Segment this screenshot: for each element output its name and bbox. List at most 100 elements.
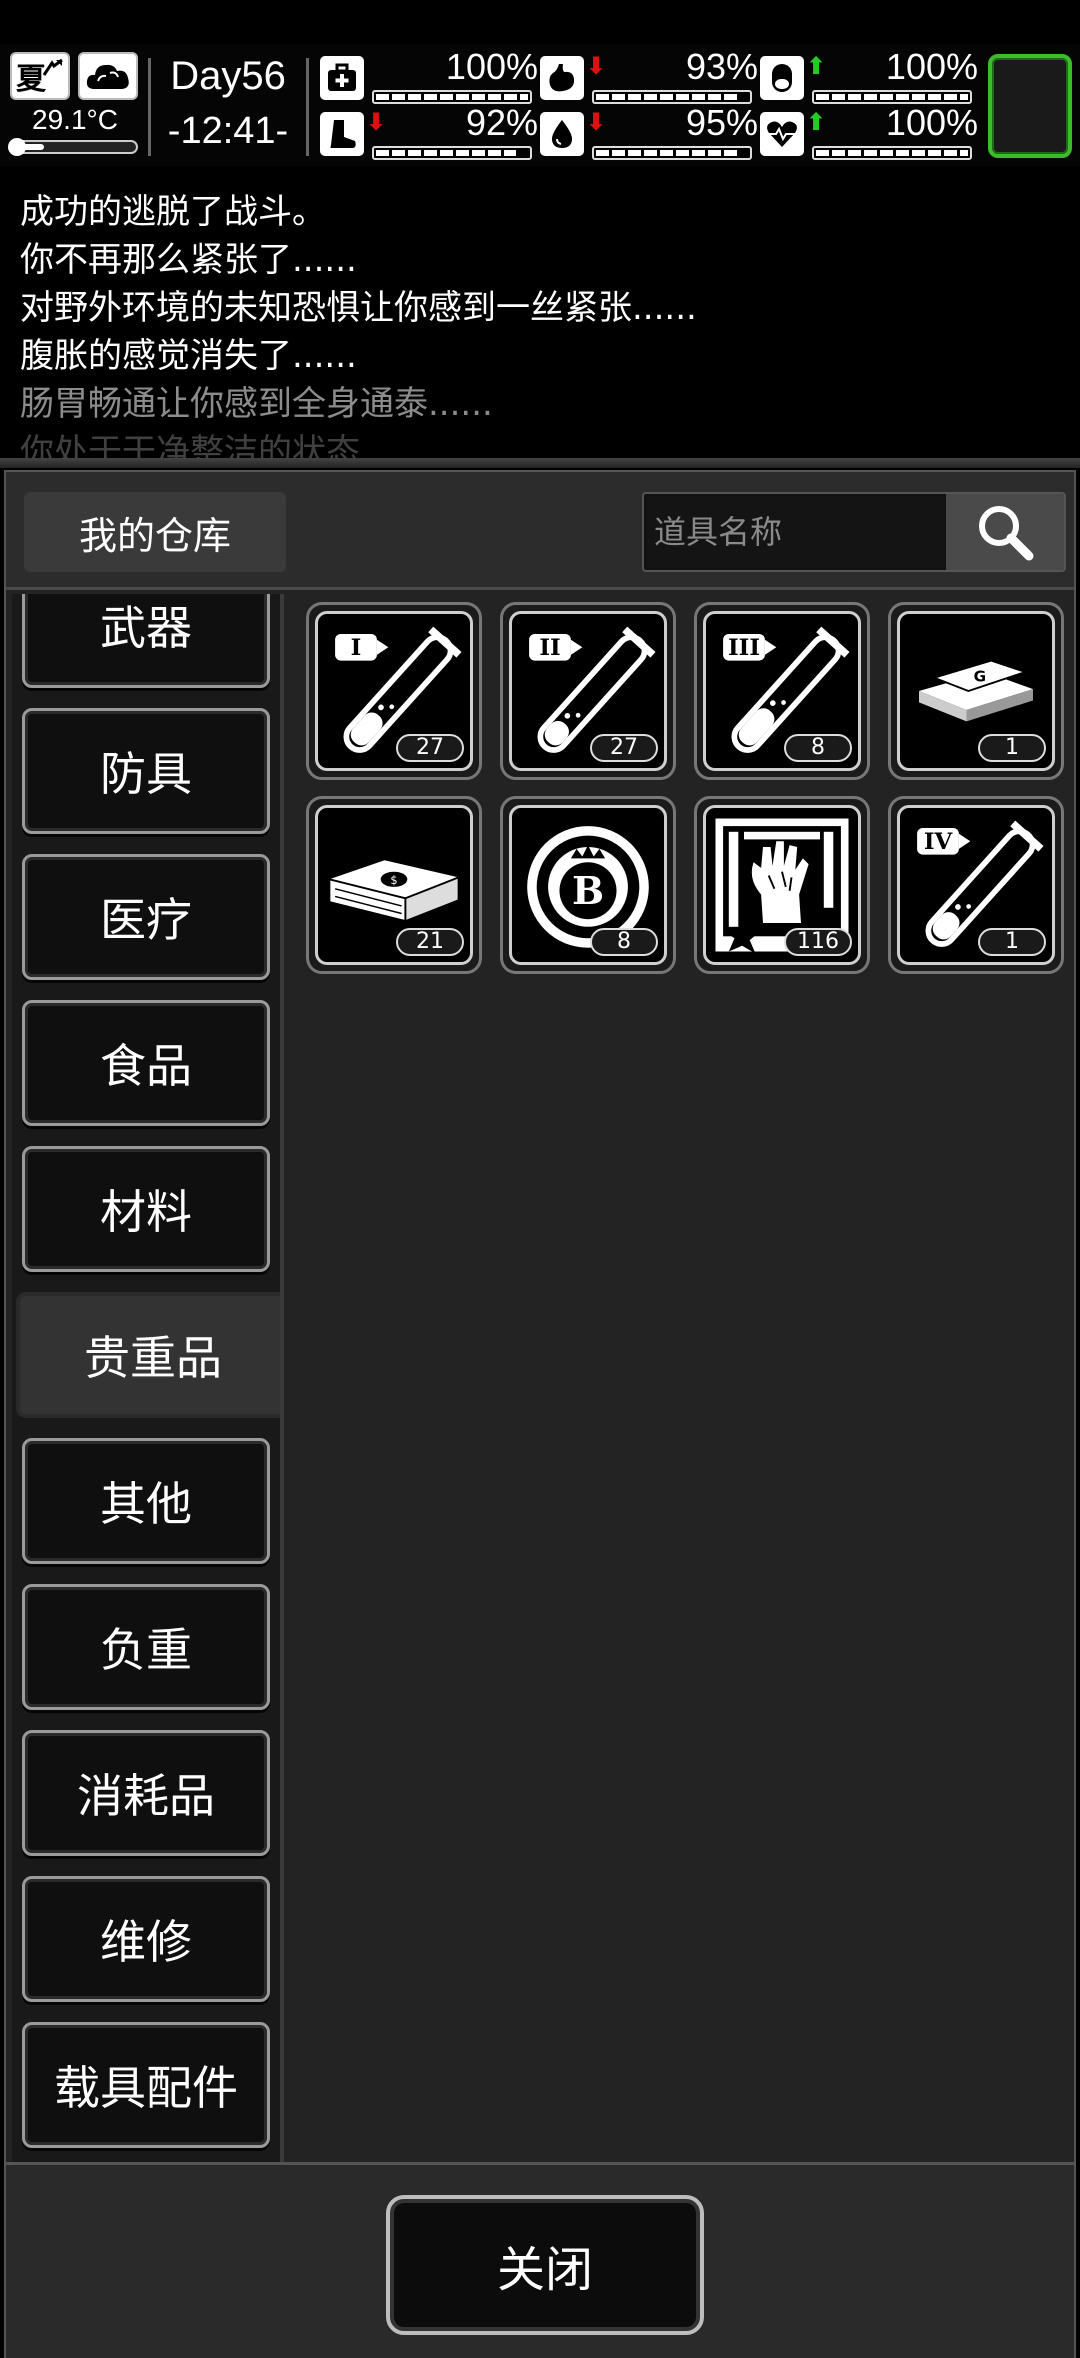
inventory-slot[interactable]: III 8 xyxy=(694,602,870,780)
vial-level-4-icon: IV 1 xyxy=(897,805,1055,965)
stat-bar xyxy=(592,146,752,160)
item-count-badge: 27 xyxy=(396,734,464,762)
arrow-down-icon: ⬇ xyxy=(586,52,607,80)
casino-chip-icon: B8 xyxy=(509,805,667,965)
vial-level-2-icon: II 27 xyxy=(509,611,667,771)
warehouse-header: 我的仓库 xyxy=(6,472,1074,590)
category-tab[interactable]: 贵重品 xyxy=(16,1292,280,1418)
vial-level-1-icon: I 27 xyxy=(315,611,473,771)
stat-meter: ⬇ 93% xyxy=(540,46,762,104)
stat-value: 100% xyxy=(885,102,978,143)
search-bar xyxy=(642,492,1066,572)
svg-text:I: I xyxy=(351,635,362,661)
flag-icon xyxy=(42,58,63,76)
category-tab[interactable]: 防具 xyxy=(22,708,270,834)
svg-text:B: B xyxy=(572,868,604,913)
stat-value: 100% xyxy=(885,46,978,87)
stat-meter: ⬇ 92% xyxy=(320,102,542,160)
category-tab[interactable]: 武器 xyxy=(22,594,270,688)
heart-icon xyxy=(760,112,804,156)
status-hud: 夏 29.1°C Day56 -12:41- 100% ⬇ 93% ⬆ 100% ⬇ 92%… xyxy=(0,44,1080,166)
arrow-up-icon: ⬆ xyxy=(806,108,827,136)
category-tab[interactable]: 负重 xyxy=(22,1584,270,1710)
stat-bar xyxy=(812,146,972,160)
category-tab[interactable]: 维修 xyxy=(22,1876,270,2002)
warehouse-title: 我的仓库 xyxy=(24,492,286,572)
inventory-slot[interactable]: $21 xyxy=(306,796,482,974)
inventory-slot[interactable]: B8 xyxy=(500,796,676,974)
stomach-icon xyxy=(540,56,584,100)
category-tab[interactable]: 材料 xyxy=(22,1146,270,1272)
category-tab[interactable]: 其他 xyxy=(22,1438,270,1564)
category-tab[interactable]: 消耗品 xyxy=(22,1730,270,1856)
stat-meter: ⬆ 100% xyxy=(760,102,982,160)
inventory-slot[interactable]: 116 xyxy=(694,796,870,974)
stat-bar-fill xyxy=(376,94,528,100)
stat-value: 100% xyxy=(445,46,538,87)
log-line: 对野外环境的未知恐惧让你感到一丝紧张...... xyxy=(20,288,697,328)
boot-icon xyxy=(320,112,364,156)
water-drop-icon xyxy=(540,112,584,156)
svg-text:II: II xyxy=(539,635,560,661)
game-clock: -12:41- xyxy=(167,110,289,152)
category-list: 武器防具医疗食品材料贵重品其他负重消耗品维修载具配件 xyxy=(12,594,284,2220)
item-grid: I 27 II 27 III 8 G 1 $21 B 8 116 IV 1 xyxy=(294,602,1074,2202)
inventory-slot[interactable]: I 27 xyxy=(306,602,482,780)
inventory-slot[interactable]: G1 xyxy=(888,602,1064,780)
item-count-badge: 1 xyxy=(978,928,1046,956)
svg-text:$: $ xyxy=(390,873,397,887)
vial-level-3-icon: III 8 xyxy=(703,611,861,771)
medkit-icon xyxy=(320,56,364,100)
arrow-down-icon: ⬇ xyxy=(366,108,387,136)
log-divider xyxy=(0,458,1080,468)
item-count-badge: 27 xyxy=(590,734,658,762)
svg-text:III: III xyxy=(728,635,760,661)
close-button[interactable]: 关闭 xyxy=(386,2195,704,2335)
stat-value: 92% xyxy=(465,102,538,143)
inventory-slot[interactable]: IV 1 xyxy=(888,796,1064,974)
search-icon xyxy=(979,506,1034,561)
stat-bar-fill xyxy=(376,150,516,156)
item-count-badge: 1 xyxy=(978,734,1046,762)
stat-value: 93% xyxy=(685,46,758,87)
svg-text:IV: IV xyxy=(924,829,954,855)
event-log: 成功的逃脱了战斗。 你不再那么紧张了...... 对野外环境的未知恐惧让你感到一丝紧… xyxy=(0,178,1080,458)
day-counter: Day56 xyxy=(170,54,286,98)
stat-bar-fill xyxy=(596,150,741,156)
stat-bar-fill xyxy=(816,94,968,100)
inventory-slot[interactable]: II 27 xyxy=(500,602,676,780)
stat-bar-fill xyxy=(816,150,968,156)
arrow-down-icon: ⬇ xyxy=(586,108,607,136)
divider xyxy=(306,58,309,156)
pill-icon xyxy=(760,56,804,100)
stat-meter: ⬇ 95% xyxy=(540,102,762,160)
log-line: 腹胀的感觉消失了...... xyxy=(20,336,357,376)
log-line: 成功的逃脱了战斗。 xyxy=(20,192,326,232)
category-tab[interactable]: 载具配件 xyxy=(22,2022,270,2148)
log-line: 肠胃畅通让你感到全身通泰...... xyxy=(20,384,493,424)
season-indicator: 夏 xyxy=(10,52,70,100)
panel-footer: 关闭 xyxy=(6,2162,1074,2358)
search-input[interactable] xyxy=(646,496,946,568)
search-button[interactable] xyxy=(946,494,1064,570)
warehouse-panel: 我的仓库 武器防具医疗食品材料贵重品其他负重消耗品维修载具配件 I27II27I… xyxy=(4,470,1076,2358)
arrow-up-icon: ⬆ xyxy=(806,52,827,80)
stat-bar-fill xyxy=(596,94,738,100)
category-tab[interactable]: 食品 xyxy=(22,1000,270,1126)
temperature-bar xyxy=(8,138,138,156)
cash-stack-icon: $21 xyxy=(315,805,473,965)
thermometer-bulb-icon xyxy=(8,138,26,156)
character-portrait[interactable] xyxy=(988,54,1072,158)
category-tab[interactable]: 医疗 xyxy=(22,854,270,980)
log-line: 你不再那么紧张了...... xyxy=(20,240,357,280)
item-count-badge: 21 xyxy=(396,928,464,956)
stat-meter: ⬆ 100% xyxy=(760,46,982,104)
svg-text:G: G xyxy=(974,668,986,686)
stat-bar xyxy=(372,146,532,160)
item-count-badge: 8 xyxy=(784,734,852,762)
item-count-badge: 8 xyxy=(590,928,658,956)
item-count-badge: 116 xyxy=(784,928,852,956)
zombie-hand-card-icon: 116 xyxy=(703,805,861,965)
divider xyxy=(148,58,151,156)
stat-meter: 100% xyxy=(320,46,542,104)
